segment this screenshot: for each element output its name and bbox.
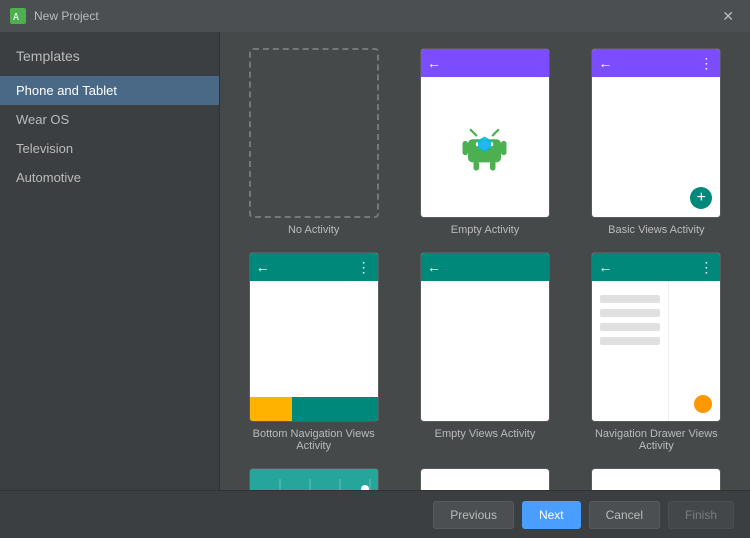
- phone-header-empty: ←: [421, 49, 549, 77]
- phone-mockup-basic: ← ⋮ +: [592, 49, 720, 217]
- chart-svg: [250, 469, 378, 490]
- nav-drawer-item-2: [600, 309, 660, 317]
- phone-header-empty-views: ←: [421, 253, 549, 281]
- nav-drawer-item-3: [600, 323, 660, 331]
- back-arrow-icon: ←: [427, 55, 441, 71]
- sidebar-item-television[interactable]: Television: [0, 134, 219, 163]
- template-label-nav-drawer: Navigation Drawer Views Activity: [579, 428, 734, 452]
- nav-fab-button: [694, 395, 712, 413]
- nav-drawer-panel: [592, 281, 669, 421]
- template-cpp[interactable]: C++ Native C++ Activity: [579, 468, 734, 490]
- cpp-icon-container: C++: [592, 469, 720, 490]
- template-preview-cpp: C++: [591, 468, 721, 490]
- bottom-nav-item-1: [250, 397, 293, 421]
- phone-body-basic: +: [592, 77, 720, 217]
- template-preview-basic-views: ← ⋮ +: [591, 48, 721, 218]
- template-nav-drawer[interactable]: ← ⋮ Na: [579, 252, 734, 452]
- menu-dots-bottom-nav: ⋮: [357, 259, 372, 276]
- back-arrow-basic: ←: [598, 55, 612, 71]
- sidebar-item-wear-os[interactable]: Wear OS: [0, 105, 219, 134]
- svg-text:A: A: [13, 12, 19, 23]
- phone-body-nav-drawer: [592, 281, 720, 421]
- back-arrow-empty-views: ←: [427, 259, 441, 275]
- game-icon-container: [421, 469, 549, 490]
- bottom-nav-item-2: [292, 397, 335, 421]
- title-bar: A New Project ✕: [0, 0, 750, 32]
- main-content: Templates Phone and Tablet Wear OS Telev…: [0, 32, 750, 490]
- next-button[interactable]: Next: [522, 501, 581, 529]
- template-game[interactable]: Game Activity: [407, 468, 562, 490]
- template-bottom-nav[interactable]: ← ⋮ Bottom Navigation Views Activity: [236, 252, 391, 452]
- app-icon: A: [10, 8, 26, 24]
- close-button[interactable]: ✕: [716, 6, 740, 27]
- nav-drawer-item-4: [600, 337, 660, 345]
- template-empty-views[interactable]: ← Empty Views Activity: [407, 252, 562, 452]
- window-title: New Project: [34, 9, 716, 23]
- previous-button[interactable]: Previous: [433, 501, 514, 529]
- phone-header-basic: ← ⋮: [592, 49, 720, 77]
- phone-body-empty-views: [421, 281, 549, 421]
- nav-drawer-item-1: [600, 295, 660, 303]
- template-basic-views[interactable]: ← ⋮ + Basic Views Activity: [579, 48, 734, 236]
- phone-body-bottom-nav: [250, 281, 378, 397]
- template-preview-empty-views: ←: [420, 252, 550, 422]
- template-empty-activity[interactable]: ←: [407, 48, 562, 236]
- phone-header-nav-drawer: ← ⋮: [592, 253, 720, 281]
- template-preview-game: [420, 468, 550, 490]
- template-preview-empty-activity: ←: [420, 48, 550, 218]
- content-area: No Activity ←: [220, 32, 750, 490]
- template-label-basic-views: Basic Views Activity: [608, 224, 704, 236]
- template-preview-nav-drawer: ← ⋮: [591, 252, 721, 422]
- template-label-empty-activity: Empty Activity: [451, 224, 519, 236]
- back-arrow-bottom-nav: ←: [256, 259, 270, 275]
- template-preview-chart: [249, 468, 379, 490]
- android-logo: [457, 120, 512, 175]
- template-preview-bottom-nav: ← ⋮: [249, 252, 379, 422]
- cancel-button[interactable]: Cancel: [589, 501, 660, 529]
- phone-body-empty: [421, 77, 549, 217]
- sidebar: Templates Phone and Tablet Wear OS Telev…: [0, 32, 220, 490]
- chart-visual: [250, 469, 378, 490]
- back-arrow-nav-drawer: ←: [598, 259, 612, 275]
- footer-bar: Previous Next Cancel Finish: [0, 490, 750, 538]
- bottom-nav-item-3: [335, 397, 378, 421]
- menu-dots-nav-drawer: ⋮: [699, 259, 714, 276]
- template-label-empty-views: Empty Views Activity: [435, 428, 536, 440]
- bottom-nav-bar: [250, 397, 378, 421]
- sidebar-item-phone-tablet[interactable]: Phone and Tablet: [0, 76, 219, 105]
- template-label-no-activity: No Activity: [288, 224, 339, 236]
- menu-dots-basic: ⋮: [699, 55, 714, 72]
- finish-button[interactable]: Finish: [668, 501, 734, 529]
- phone-header-bottom-nav: ← ⋮: [250, 253, 378, 281]
- template-chart[interactable]: Chart Activity: [236, 468, 391, 490]
- template-label-bottom-nav: Bottom Navigation Views Activity: [236, 428, 391, 452]
- fab-button: +: [690, 187, 712, 209]
- template-preview-no-activity: [249, 48, 379, 218]
- template-no-activity[interactable]: No Activity: [236, 48, 391, 236]
- sidebar-heading: Templates: [0, 40, 219, 76]
- phone-mockup-nav-drawer: ← ⋮: [592, 253, 720, 421]
- phone-mockup-empty-views: ←: [421, 253, 549, 421]
- phone-mockup-bottom-nav: ← ⋮: [250, 253, 378, 421]
- sidebar-item-automotive[interactable]: Automotive: [0, 163, 219, 192]
- template-grid: No Activity ←: [236, 48, 734, 490]
- phone-mockup-empty: ←: [421, 49, 549, 217]
